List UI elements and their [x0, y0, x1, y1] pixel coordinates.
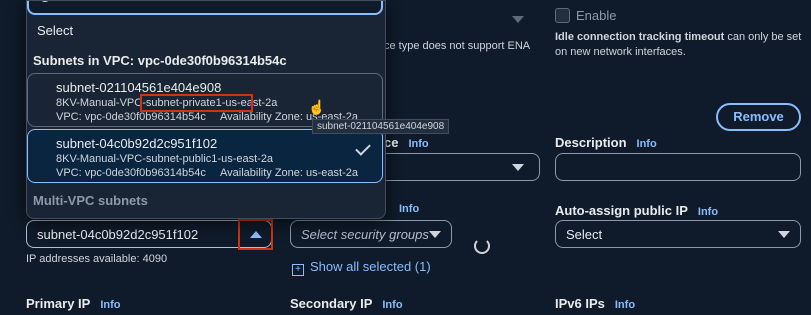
chevron-down-icon — [429, 231, 441, 238]
auto-assign-label-text: Auto-assign public IP — [555, 203, 688, 218]
secondary-ip-label: Secondary IP Info — [290, 296, 403, 311]
option-subnet-id: subnet-021104561e404e908 — [56, 80, 222, 95]
description-label-text: Description — [555, 135, 627, 150]
idle-rest: can only be set — [724, 31, 802, 43]
subnet-select-value: subnet-04c0b92d2c951f102 — [37, 227, 199, 242]
option-subnet-meta: VPC: vpc-0de30f0b96314b54c Availability Z… — [56, 167, 382, 179]
show-all-label: Show all selected (1) — [310, 259, 431, 274]
tooltip: subnet-021104561e404e908 — [312, 119, 450, 134]
chevron-up-icon[interactable] — [250, 231, 262, 238]
show-all-selected-link[interactable]: + Show all selected (1) — [292, 259, 431, 276]
subnet-dropdown: Select Subnets in VPC: vpc-0de30f0b96314… — [26, 0, 386, 219]
remove-button[interactable]: Remove — [716, 103, 801, 131]
primary-ip-info-link[interactable]: Info — [100, 299, 120, 311]
primary-ip-label: Primary IP Info — [26, 296, 121, 311]
primary-ip-label-text: Primary IP — [26, 296, 91, 311]
group-header-vpc: Subnets in VPC: vpc-0de30f0b96314b54c — [33, 53, 287, 68]
option-vpc: VPC: vpc-0de30f0b96314b54c — [56, 167, 206, 179]
group-header-multi-vpc: Multi-VPC subnets — [33, 193, 148, 208]
search-icon — [39, 1, 51, 2]
subnet-select[interactable]: subnet-04c0b92d2c951f102 — [26, 220, 272, 248]
option-select[interactable]: Select — [37, 23, 73, 38]
ip-available: IP addresses available: 4090 — [26, 253, 168, 265]
security-groups-placeholder: Select security groups — [301, 227, 429, 242]
idle-line2: on new network interfaces. — [555, 46, 686, 58]
enable-checkbox[interactable] — [555, 8, 570, 23]
ena-select[interactable] — [384, 6, 540, 34]
expand-icon: + — [292, 264, 304, 276]
security-groups-select[interactable]: Select security groups — [290, 220, 452, 248]
private1-highlight-box — [140, 94, 253, 112]
ena-note: ce type does not support ENA — [384, 40, 531, 52]
remove-button-label: Remove — [733, 109, 784, 124]
security-select-top[interactable] — [384, 153, 540, 181]
subnet-info-link[interactable]: Info — [399, 203, 419, 215]
option-az: Availability Zone: us-east-2a — [220, 167, 358, 179]
chevron-down-icon — [512, 16, 524, 23]
subnet-option[interactable]: subnet-04c0b92d2c951f102 8KV-Manual-VPC-… — [27, 129, 383, 183]
secondary-ip-info-link[interactable]: Info — [382, 299, 402, 311]
security-info-link[interactable]: Info — [408, 138, 428, 150]
chevron-down-icon — [778, 231, 790, 238]
ipv6-label: IPv6 IPs Info — [555, 296, 635, 311]
option-vpc: VPC: vpc-0de30f0b96314b54c — [56, 111, 206, 123]
ipv6-label-text: IPv6 IPs — [555, 296, 605, 311]
caret-highlight-box — [238, 219, 273, 250]
refresh-icon[interactable] — [474, 238, 490, 254]
option-subnet-name: 8KV-Manual-VPC-subnet-public1-us-east-2a — [56, 153, 274, 165]
description-input[interactable] — [555, 153, 801, 181]
secondary-ip-label-text: Secondary IP — [290, 296, 373, 311]
option-subnet-id: subnet-04c0b92d2c951f102 — [56, 136, 218, 151]
idle-title: Idle connection tracking timeout — [555, 31, 725, 43]
enable-label: Enable — [576, 8, 617, 23]
auto-assign-info-link[interactable]: Info — [698, 206, 718, 218]
security-label-tail: ce — [384, 135, 399, 150]
mouse-cursor-icon: ☝ — [308, 99, 326, 115]
ipv6-info-link[interactable]: Info — [615, 299, 635, 311]
idle-timeout-note: Idle connection tracking timeout can onl… — [555, 30, 811, 60]
dropdown-search[interactable] — [27, 1, 383, 15]
security-group-label: ce Info — [384, 135, 429, 150]
auto-assign-value: Select — [566, 227, 603, 242]
auto-assign-select[interactable]: Select — [555, 220, 801, 248]
description-label: Description Info — [555, 135, 657, 150]
auto-assign-label: Auto-assign public IP Info — [555, 203, 718, 218]
chevron-down-icon — [512, 164, 524, 171]
description-info-link[interactable]: Info — [637, 138, 657, 150]
